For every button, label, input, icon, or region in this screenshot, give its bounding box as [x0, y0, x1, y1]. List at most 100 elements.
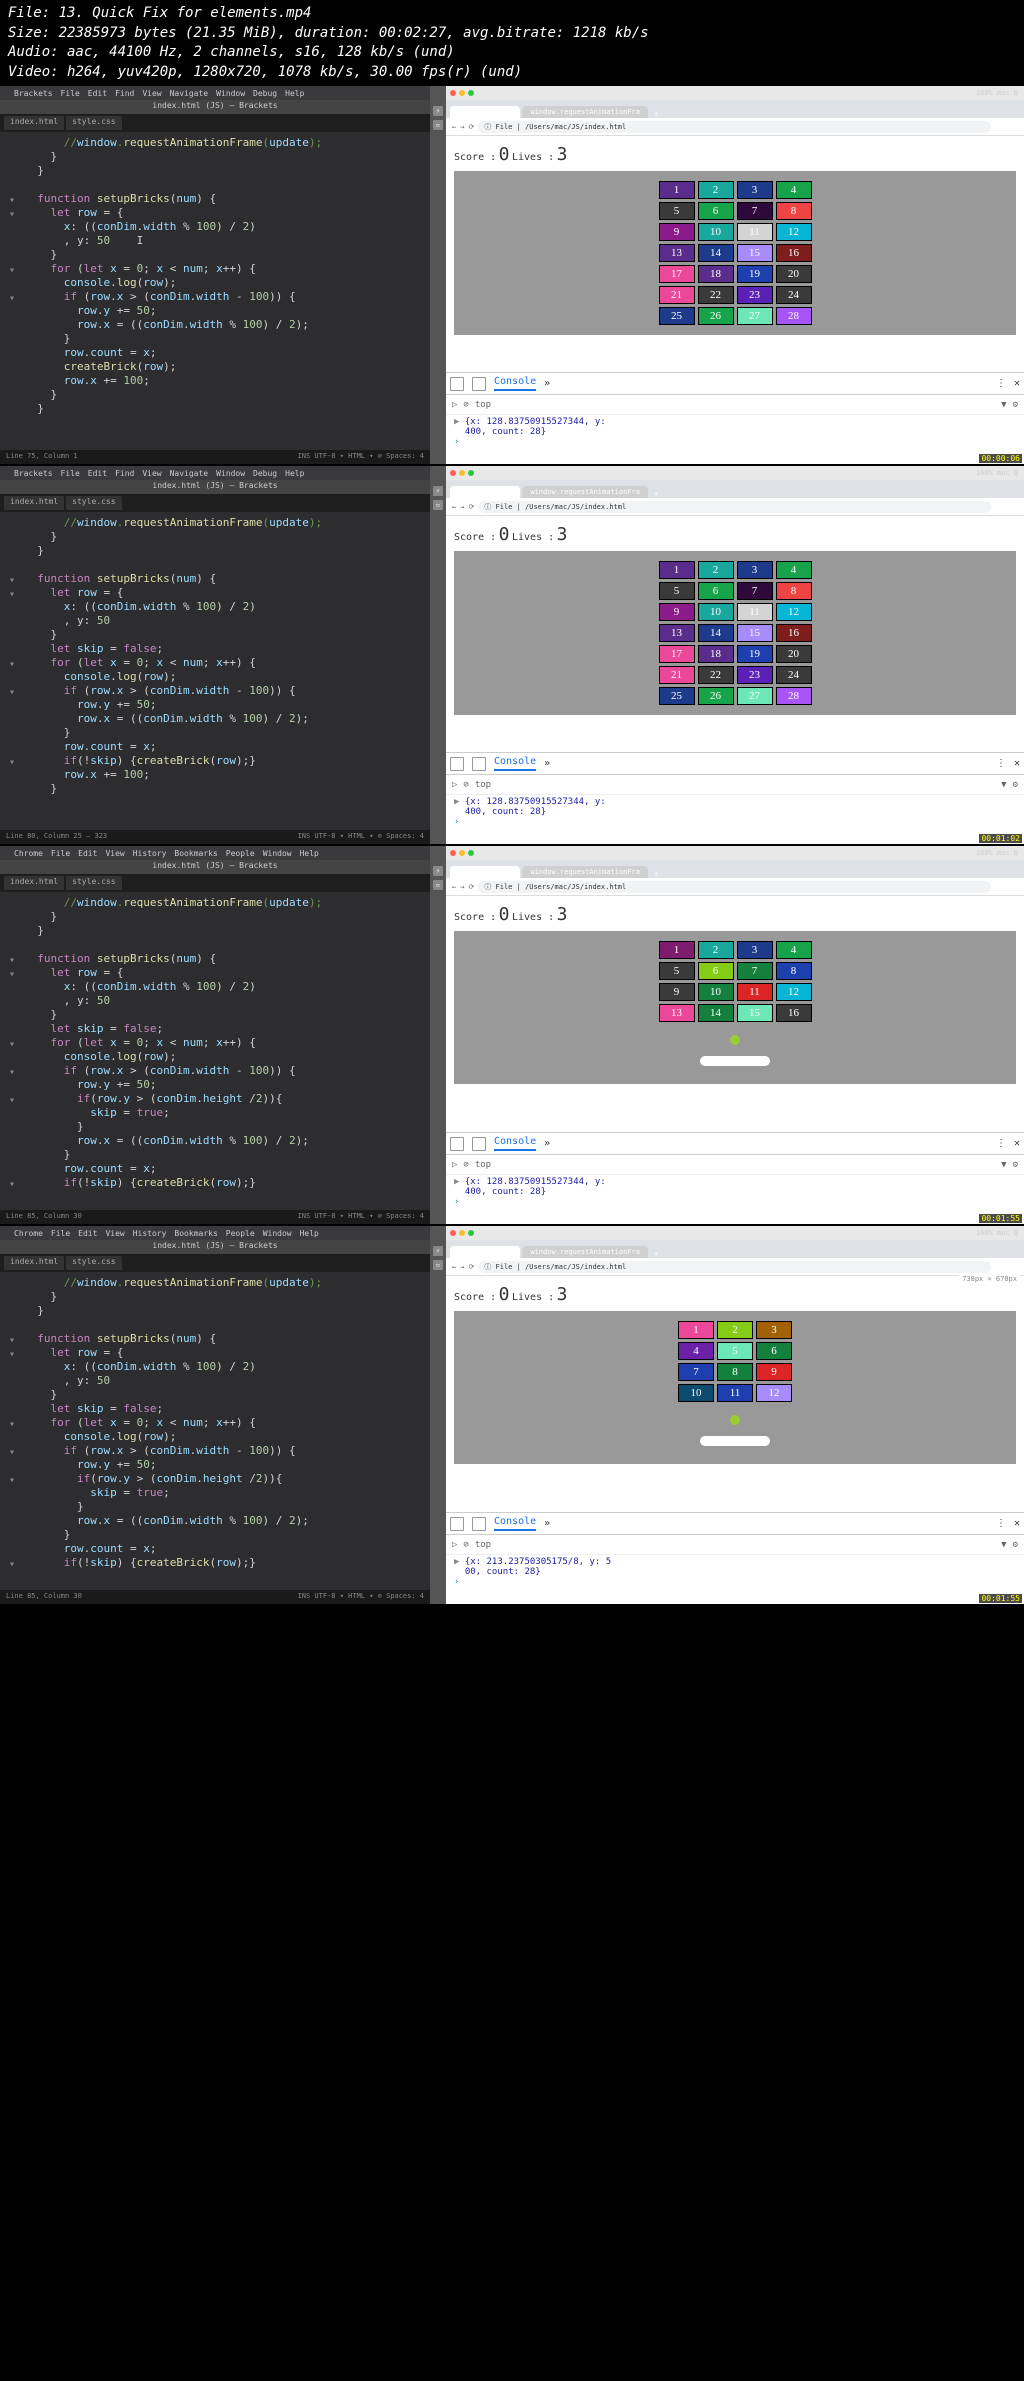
menu-icon[interactable]: ⋮ — [1011, 503, 1018, 511]
browser-tab[interactable]: window.requestAnimationFra — [522, 486, 648, 498]
editor-tab[interactable]: style.css — [66, 496, 121, 510]
close-window-icon[interactable] — [450, 470, 456, 476]
menu-item[interactable]: Brackets — [14, 89, 53, 98]
close-window-icon[interactable] — [450, 850, 456, 856]
expand-arrow-icon[interactable]: ▶ — [454, 1177, 459, 1187]
menu-item[interactable]: File — [51, 1229, 70, 1238]
menu-item[interactable]: People — [226, 849, 255, 858]
browser-tab[interactable]: window.requestAnimationFra — [522, 866, 648, 878]
profile-icon[interactable]: ● — [1003, 123, 1007, 131]
device-icon[interactable] — [472, 1137, 486, 1151]
inspect-icon[interactable] — [450, 1137, 464, 1151]
code-editor[interactable]: ▾▾▾▾ //window.requestAnimationFrame(upda… — [0, 132, 430, 450]
settings-gear-icon[interactable]: ⚙ — [1013, 780, 1018, 790]
menu-item[interactable]: Brackets — [14, 469, 53, 478]
maximize-window-icon[interactable] — [468, 850, 474, 856]
menu-item[interactable]: Help — [285, 469, 304, 478]
code-editor[interactable]: ▾▾▾▾▾▾ //window.requestAnimationFrame(up… — [0, 892, 430, 1210]
fold-icon[interactable]: ▾ — [9, 1178, 15, 1192]
menu-item[interactable]: People — [226, 1229, 255, 1238]
fold-icon[interactable]: ▾ — [9, 208, 15, 222]
menu-item[interactable]: Bookmarks — [174, 1229, 217, 1238]
url-field[interactable]: ⓘ File | /Users/mac/JS/index.html — [478, 121, 990, 133]
device-icon[interactable] — [472, 1517, 486, 1531]
close-window-icon[interactable] — [450, 90, 456, 96]
settings-gear-icon[interactable]: ⚙ — [1013, 1540, 1018, 1550]
menu-item[interactable]: Help — [285, 89, 304, 98]
browser-tab[interactable]: window.requestAnimationFra — [522, 106, 648, 118]
fold-icon[interactable]: ▾ — [9, 1334, 15, 1348]
fold-icon[interactable]: ▾ — [9, 1094, 15, 1108]
console-prompt[interactable]: › — [454, 1577, 459, 1587]
editor-tab[interactable]: index.html — [4, 876, 64, 890]
profile-icon[interactable]: ● — [1003, 1263, 1007, 1271]
menu-item[interactable]: Bookmarks — [174, 849, 217, 858]
menu-item[interactable]: History — [133, 1229, 167, 1238]
clear-icon[interactable]: ⊘ — [463, 1540, 468, 1550]
menu-item[interactable]: Window — [263, 1229, 292, 1238]
more-tabs-icon[interactable]: » — [544, 1138, 550, 1149]
fold-icon[interactable]: ▾ — [9, 1066, 15, 1080]
clear-icon[interactable]: ⊘ — [463, 1160, 468, 1170]
live-preview-icon[interactable]: ⚡ — [433, 866, 443, 876]
reload-icon[interactable]: ⟳ — [468, 503, 474, 511]
filter-dropdown-icon[interactable]: ▼ — [1001, 780, 1006, 790]
minimize-window-icon[interactable] — [459, 850, 465, 856]
fold-icon[interactable]: ▾ — [9, 1038, 15, 1052]
minimize-window-icon[interactable] — [459, 470, 465, 476]
close-devtools-icon[interactable]: ✕ — [1014, 378, 1020, 389]
editor-tab[interactable]: style.css — [66, 1256, 121, 1270]
inspect-icon[interactable] — [450, 757, 464, 771]
menu-item[interactable]: Window — [216, 469, 245, 478]
extension-icon[interactable]: ▫ — [433, 1260, 443, 1270]
menu-item[interactable]: Navigate — [170, 469, 209, 478]
menu-item[interactable]: Chrome — [14, 849, 43, 858]
fold-icon[interactable]: ▾ — [9, 194, 15, 208]
back-icon[interactable]: ← — [452, 503, 456, 511]
inspect-icon[interactable] — [450, 1517, 464, 1531]
console-tab[interactable]: Console — [494, 1136, 536, 1151]
console-tab[interactable]: Console — [494, 376, 536, 391]
browser-tab-active[interactable]: JavaScript× — [450, 106, 520, 118]
star-icon[interactable]: ☆ — [995, 883, 999, 891]
profile-icon[interactable]: ● — [1003, 503, 1007, 511]
close-devtools-icon[interactable]: ✕ — [1014, 1518, 1020, 1529]
fold-icon[interactable]: ▾ — [9, 756, 15, 770]
expand-arrow-icon[interactable]: ▶ — [454, 1557, 459, 1567]
console-prompt[interactable]: › — [454, 1197, 459, 1207]
menu-icon[interactable]: ⋮ — [1011, 123, 1018, 131]
fold-icon[interactable]: ▾ — [9, 292, 15, 306]
fold-icon[interactable]: ▾ — [9, 686, 15, 700]
code-content[interactable]: //window.requestAnimationFrame(update); … — [24, 1276, 430, 1586]
device-icon[interactable] — [472, 757, 486, 771]
live-preview-icon[interactable]: ⚡ — [433, 106, 443, 116]
back-icon[interactable]: ← — [452, 123, 456, 131]
fold-icon[interactable]: ▾ — [9, 1418, 15, 1432]
menu-icon[interactable]: ⋮ — [1011, 1263, 1018, 1271]
star-icon[interactable]: ☆ — [995, 1263, 999, 1271]
menu-item[interactable]: Window — [263, 849, 292, 858]
menu-item[interactable]: Help — [300, 1229, 319, 1238]
expand-arrow-icon[interactable]: ▶ — [454, 797, 459, 807]
extension-icon[interactable]: ▫ — [433, 500, 443, 510]
console-prompt[interactable]: › — [454, 437, 459, 447]
close-window-icon[interactable] — [450, 1230, 456, 1236]
expand-arrow-icon[interactable]: ▶ — [454, 417, 459, 427]
kebab-icon[interactable]: ⋮ — [996, 1518, 1006, 1529]
menu-item[interactable]: File — [51, 849, 70, 858]
editor-tab[interactable]: style.css — [66, 116, 121, 130]
new-tab-icon[interactable]: + — [650, 490, 662, 498]
reload-icon[interactable]: ⟳ — [468, 883, 474, 891]
star-icon[interactable]: ☆ — [995, 123, 999, 131]
more-tabs-icon[interactable]: » — [544, 1518, 550, 1529]
menu-item[interactable]: Find — [115, 469, 134, 478]
context-dropdown[interactable]: top — [475, 780, 995, 790]
maximize-window-icon[interactable] — [468, 1230, 474, 1236]
fold-icon[interactable]: ▾ — [9, 1558, 15, 1572]
menu-item[interactable]: Navigate — [170, 89, 209, 98]
clear-icon[interactable]: ⊘ — [463, 780, 468, 790]
play-icon[interactable]: ▷ — [452, 400, 457, 410]
menu-icon[interactable]: ⋮ — [1011, 883, 1018, 891]
filter-dropdown-icon[interactable]: ▼ — [1001, 1160, 1006, 1170]
more-tabs-icon[interactable]: » — [544, 758, 550, 769]
